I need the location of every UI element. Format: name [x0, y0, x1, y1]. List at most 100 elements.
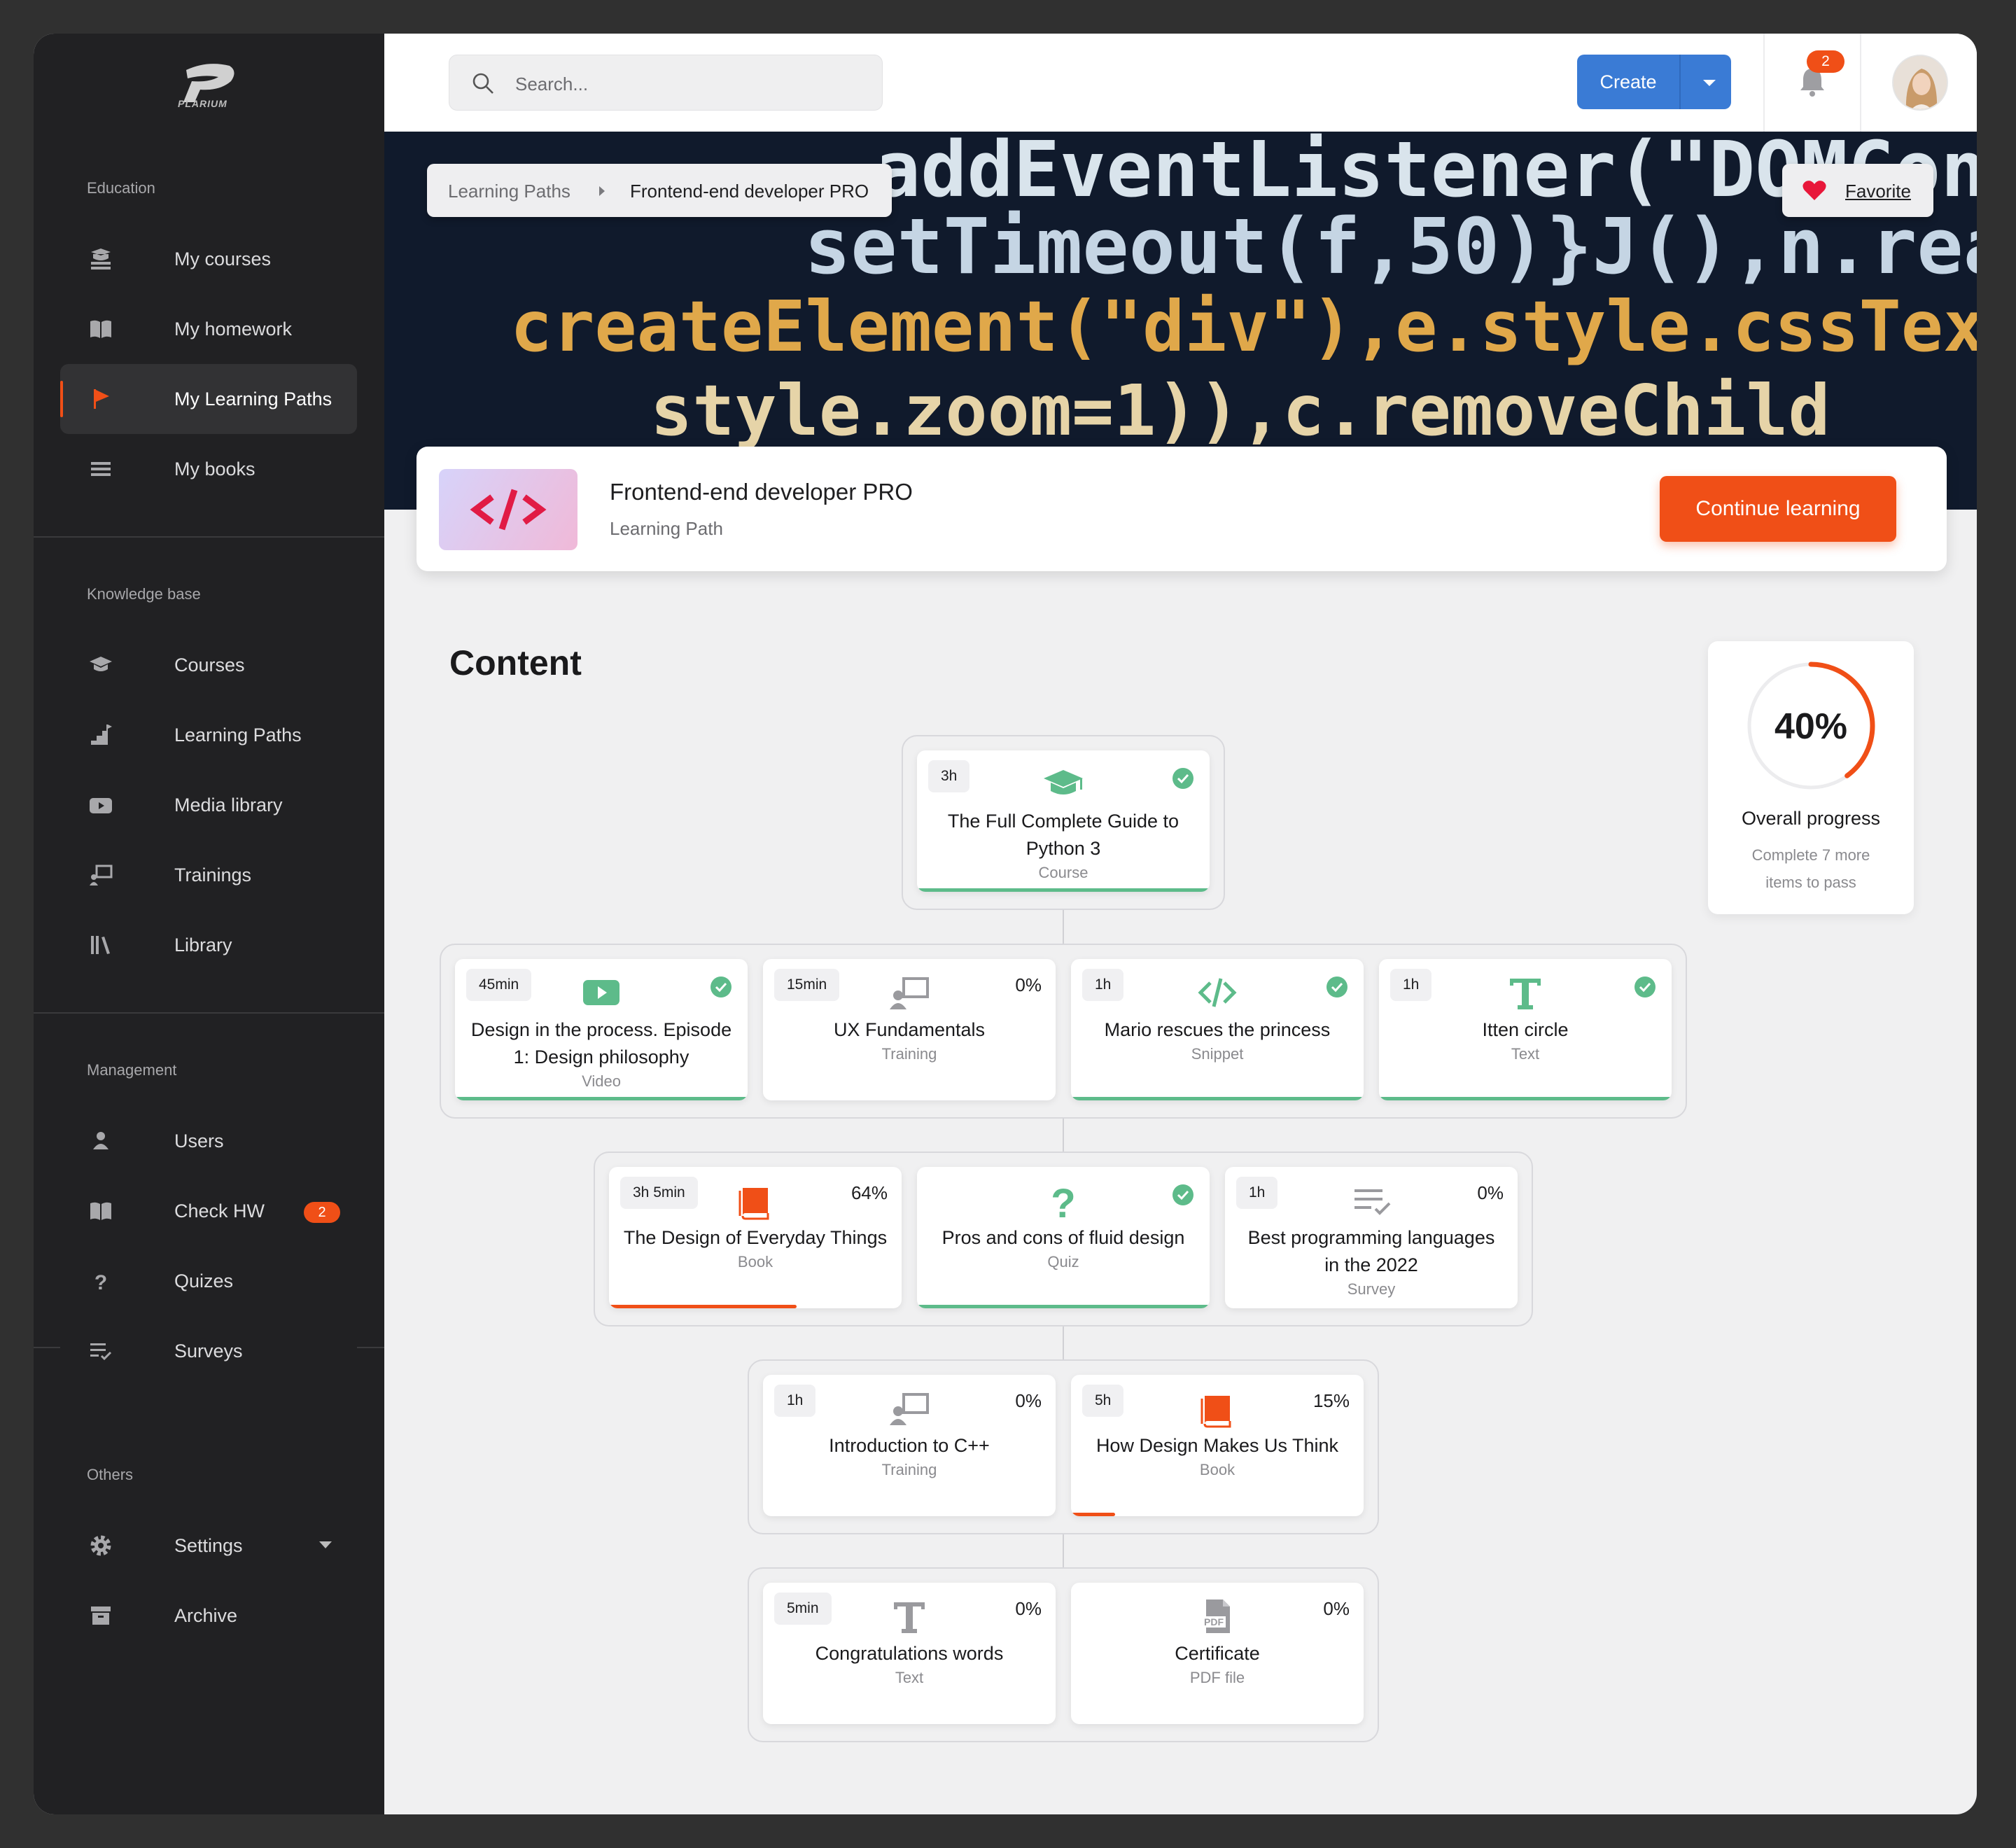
presentation-icon — [890, 1393, 929, 1425]
continue-learning-button[interactable]: Continue learning — [1660, 476, 1896, 542]
sidebar-item-library[interactable]: Library — [60, 910, 357, 980]
chevron-down-icon[interactable] — [319, 1541, 332, 1548]
content-item-card[interactable]: 45min Design in the process. Episode 1: D… — [455, 959, 748, 1100]
item-progress-bar — [1071, 1097, 1364, 1100]
content-heading: Content — [449, 643, 582, 682]
sidebar-item-settings[interactable]: Settings — [60, 1511, 357, 1581]
sidebar-item-label: Trainings — [174, 864, 252, 886]
presentation-icon — [890, 977, 929, 1009]
divider — [34, 1347, 60, 1348]
content-item-card[interactable]: 3h 5min 64% The Design of Everyday Things B… — [609, 1167, 902, 1308]
content-item-card[interactable]: 0% PDF Certificate PDF file — [1071, 1583, 1364, 1724]
pdf-icon: PDF — [1202, 1600, 1230, 1633]
content-item-card[interactable]: 1h Mario rescues the princess Snippet — [1071, 959, 1364, 1100]
progress-percent: 0% — [1015, 1598, 1042, 1619]
banner-code-line: createElement("div"),e.style.cssText="po… — [510, 286, 1977, 368]
path-thumbnail — [439, 469, 578, 550]
item-title: How Design Makes Us Think — [1096, 1435, 1339, 1456]
sidebar-item-label: My homework — [174, 318, 293, 340]
content-item-card[interactable]: 1h 0% Best programming languages in the 20… — [1225, 1167, 1518, 1308]
favorite-button[interactable]: Favorite — [1782, 164, 1933, 217]
code-icon — [1198, 978, 1237, 1007]
sidebar-item-courses[interactable]: Courses — [60, 630, 357, 700]
sidebar-item-label: Archive — [174, 1604, 238, 1626]
item-progress-bar — [1071, 1513, 1115, 1516]
item-title: Best programming languages in the 2022 — [1247, 1227, 1495, 1275]
progress-percent: 15% — [1312, 1390, 1350, 1411]
progress-percent: 0% — [1015, 1390, 1042, 1411]
content-item-card[interactable]: 3h The Full Complete Guide to Python 3 Cou… — [917, 750, 1210, 892]
sidebar-item-check-hw[interactable]: Check HW 2 — [60, 1176, 357, 1246]
divider — [1763, 34, 1765, 132]
check-circle-icon — [1634, 976, 1656, 997]
content-item-card[interactable]: 5h 15% How Design Makes Us Think Book — [1071, 1375, 1364, 1516]
learning-path-header: Frontend-end developer PRO Learning Path… — [416, 447, 1947, 571]
sidebar-item-label: My courses — [174, 248, 272, 270]
content-item-card[interactable]: ? Pros and cons of fluid design Quiz — [917, 1167, 1210, 1308]
item-type: Video — [582, 1072, 621, 1090]
section-title-management: Management — [87, 1061, 177, 1079]
homework-icon — [90, 1202, 111, 1220]
sidebar-item-quizes[interactable]: ? Quizes — [60, 1246, 357, 1316]
sidebar-item-users[interactable]: Users — [60, 1106, 357, 1176]
sidebar-item-media-library[interactable]: Media library — [60, 770, 357, 840]
create-button[interactable]: Create — [1577, 55, 1731, 109]
item-title: Congratulations words — [815, 1643, 1004, 1664]
divider — [34, 1012, 384, 1014]
duration-chip: 5min — [774, 1592, 832, 1625]
duration-chip: 1h — [1390, 969, 1432, 1001]
breadcrumb-parent[interactable]: Learning Paths — [448, 181, 570, 202]
content-item-card[interactable]: 5min 0% Congratulations words Text — [763, 1583, 1056, 1724]
search-input[interactable]: Search... — [449, 55, 883, 111]
duration-chip: 5h — [1082, 1385, 1124, 1417]
sidebar-item-label: Check HW — [174, 1200, 265, 1222]
breadcrumb-current: Frontend-end developer PRO — [630, 181, 869, 202]
create-separator — [1679, 55, 1681, 109]
heart-icon — [1802, 181, 1826, 200]
sidebar-item-label: My Learning Paths — [174, 388, 332, 410]
sidebar-item-archive[interactable]: Archive — [60, 1581, 357, 1651]
sidebar-item-trainings[interactable]: Trainings — [60, 840, 357, 910]
content-item-card[interactable]: 1h 0% Introduction to C++ Training — [763, 1375, 1056, 1516]
content-item-card[interactable]: 1h Itten circle Text — [1379, 959, 1672, 1100]
check-circle-icon — [710, 976, 732, 997]
svg-text:?: ? — [94, 1271, 107, 1294]
book-icon — [1200, 1396, 1231, 1428]
sidebar-item-my-books[interactable]: My books — [60, 434, 357, 504]
progress-note: Complete 7 more items to pass — [1751, 846, 1870, 891]
sidebar-item-label: My books — [174, 458, 255, 479]
item-title: Pros and cons of fluid design — [941, 1227, 1185, 1248]
homework-icon — [90, 320, 111, 338]
sidebar-item-learning-paths[interactable]: Learning Paths — [60, 700, 357, 770]
survey-icon — [1354, 1189, 1391, 1215]
content-item-card[interactable]: 15min 0% UX Fundamentals Training — [763, 959, 1056, 1100]
book-icon — [738, 1188, 769, 1220]
item-progress-bar — [917, 1305, 1210, 1308]
progress-label: Overall progress — [1741, 808, 1881, 829]
avatar[interactable] — [1892, 55, 1948, 111]
sidebar-item-my-learning-paths[interactable]: My Learning Paths — [60, 364, 357, 434]
sidebar-item-my-homework[interactable]: My homework — [60, 294, 357, 364]
survey-icon — [90, 1343, 112, 1361]
search-icon — [472, 73, 493, 94]
duration-chip: 15min — [774, 969, 840, 1001]
create-dropdown-icon[interactable] — [1703, 80, 1716, 86]
library-icon — [91, 936, 110, 954]
divider — [34, 536, 384, 538]
item-type: PDF file — [1189, 1669, 1245, 1686]
sidebar-item-surveys[interactable]: Surveys — [60, 1316, 357, 1386]
logo-text: PLARIUM — [178, 98, 227, 109]
sidebar-item-label: Settings — [174, 1534, 243, 1556]
question-icon: ? — [94, 1271, 107, 1294]
sidebar: PLARIUM Education My courses My homework… — [34, 34, 384, 1814]
text-icon — [1510, 979, 1541, 1009]
duration-chip: 45min — [466, 969, 532, 1001]
progress-percent: 64% — [850, 1182, 888, 1203]
sidebar-item-my-courses[interactable]: My courses — [60, 224, 357, 294]
breadcrumb: Learning Paths Frontend-end developer PR… — [427, 164, 892, 217]
progress-percent: 0% — [1323, 1598, 1350, 1619]
item-title: Design in the process. Episode 1: Design… — [470, 1019, 732, 1068]
books-icon — [91, 462, 111, 476]
notification-badge: 2 — [1807, 50, 1844, 73]
progress-percent: 0% — [1015, 974, 1042, 995]
